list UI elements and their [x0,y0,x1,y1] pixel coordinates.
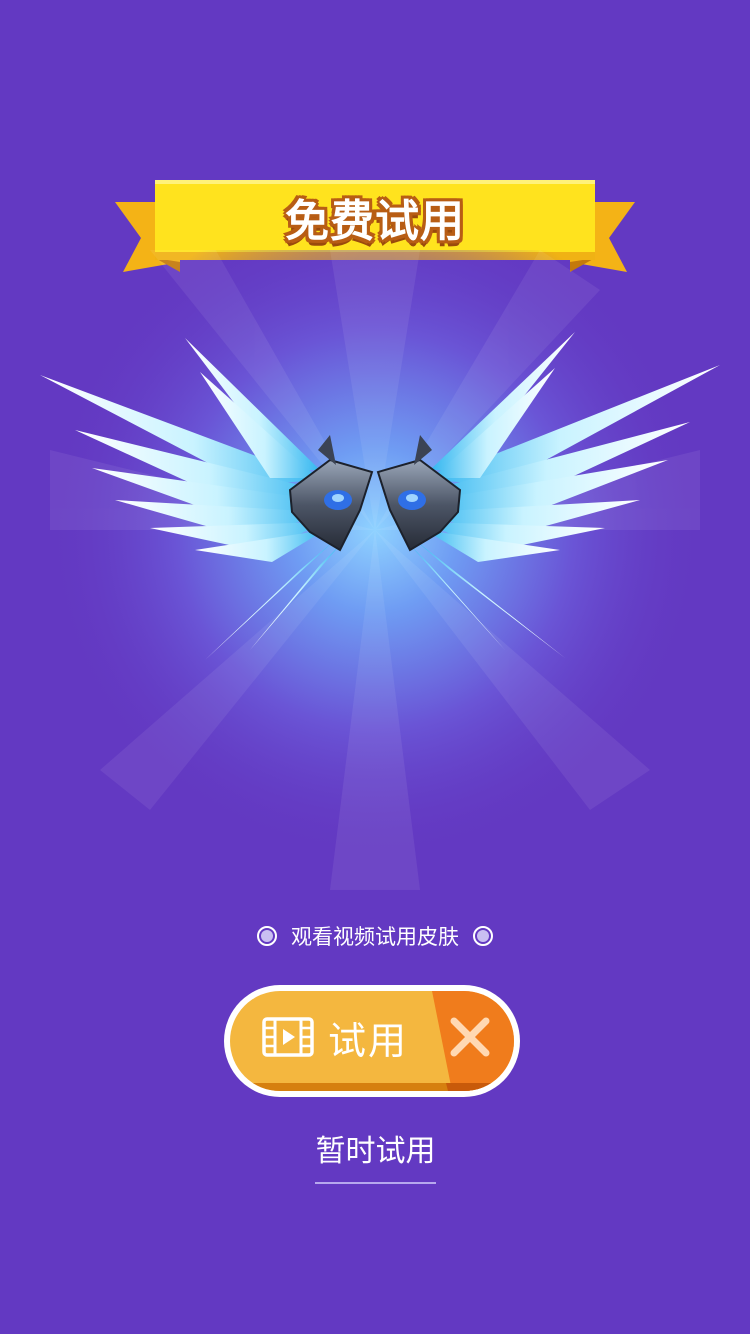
trial-button: 试用 [230,991,514,1091]
wings-illustration [40,250,720,890]
hint-dot-left-icon [257,926,277,946]
hint-dot-right-icon [473,926,493,946]
close-trial-button[interactable] [424,991,514,1091]
trial-button-label: 试用 [327,1018,408,1063]
temporary-trial-link[interactable]: 暂时试用 [315,1130,436,1184]
watch-video-hint: 观看视频试用皮肤 [0,918,750,954]
banner-title: 免费试用 [285,196,465,247]
item-preview [0,250,750,890]
watch-video-trial-button[interactable]: 试用 [230,991,440,1083]
video-film-icon [262,1017,314,1057]
trial-button-frame: 试用 [224,985,520,1097]
close-icon [432,991,514,1091]
hint-text: 观看视频试用皮肤 [291,925,459,949]
trial-skin-screen: 免费试用 观看视频试用皮肤 试用 暂时试用 [0,0,750,1334]
